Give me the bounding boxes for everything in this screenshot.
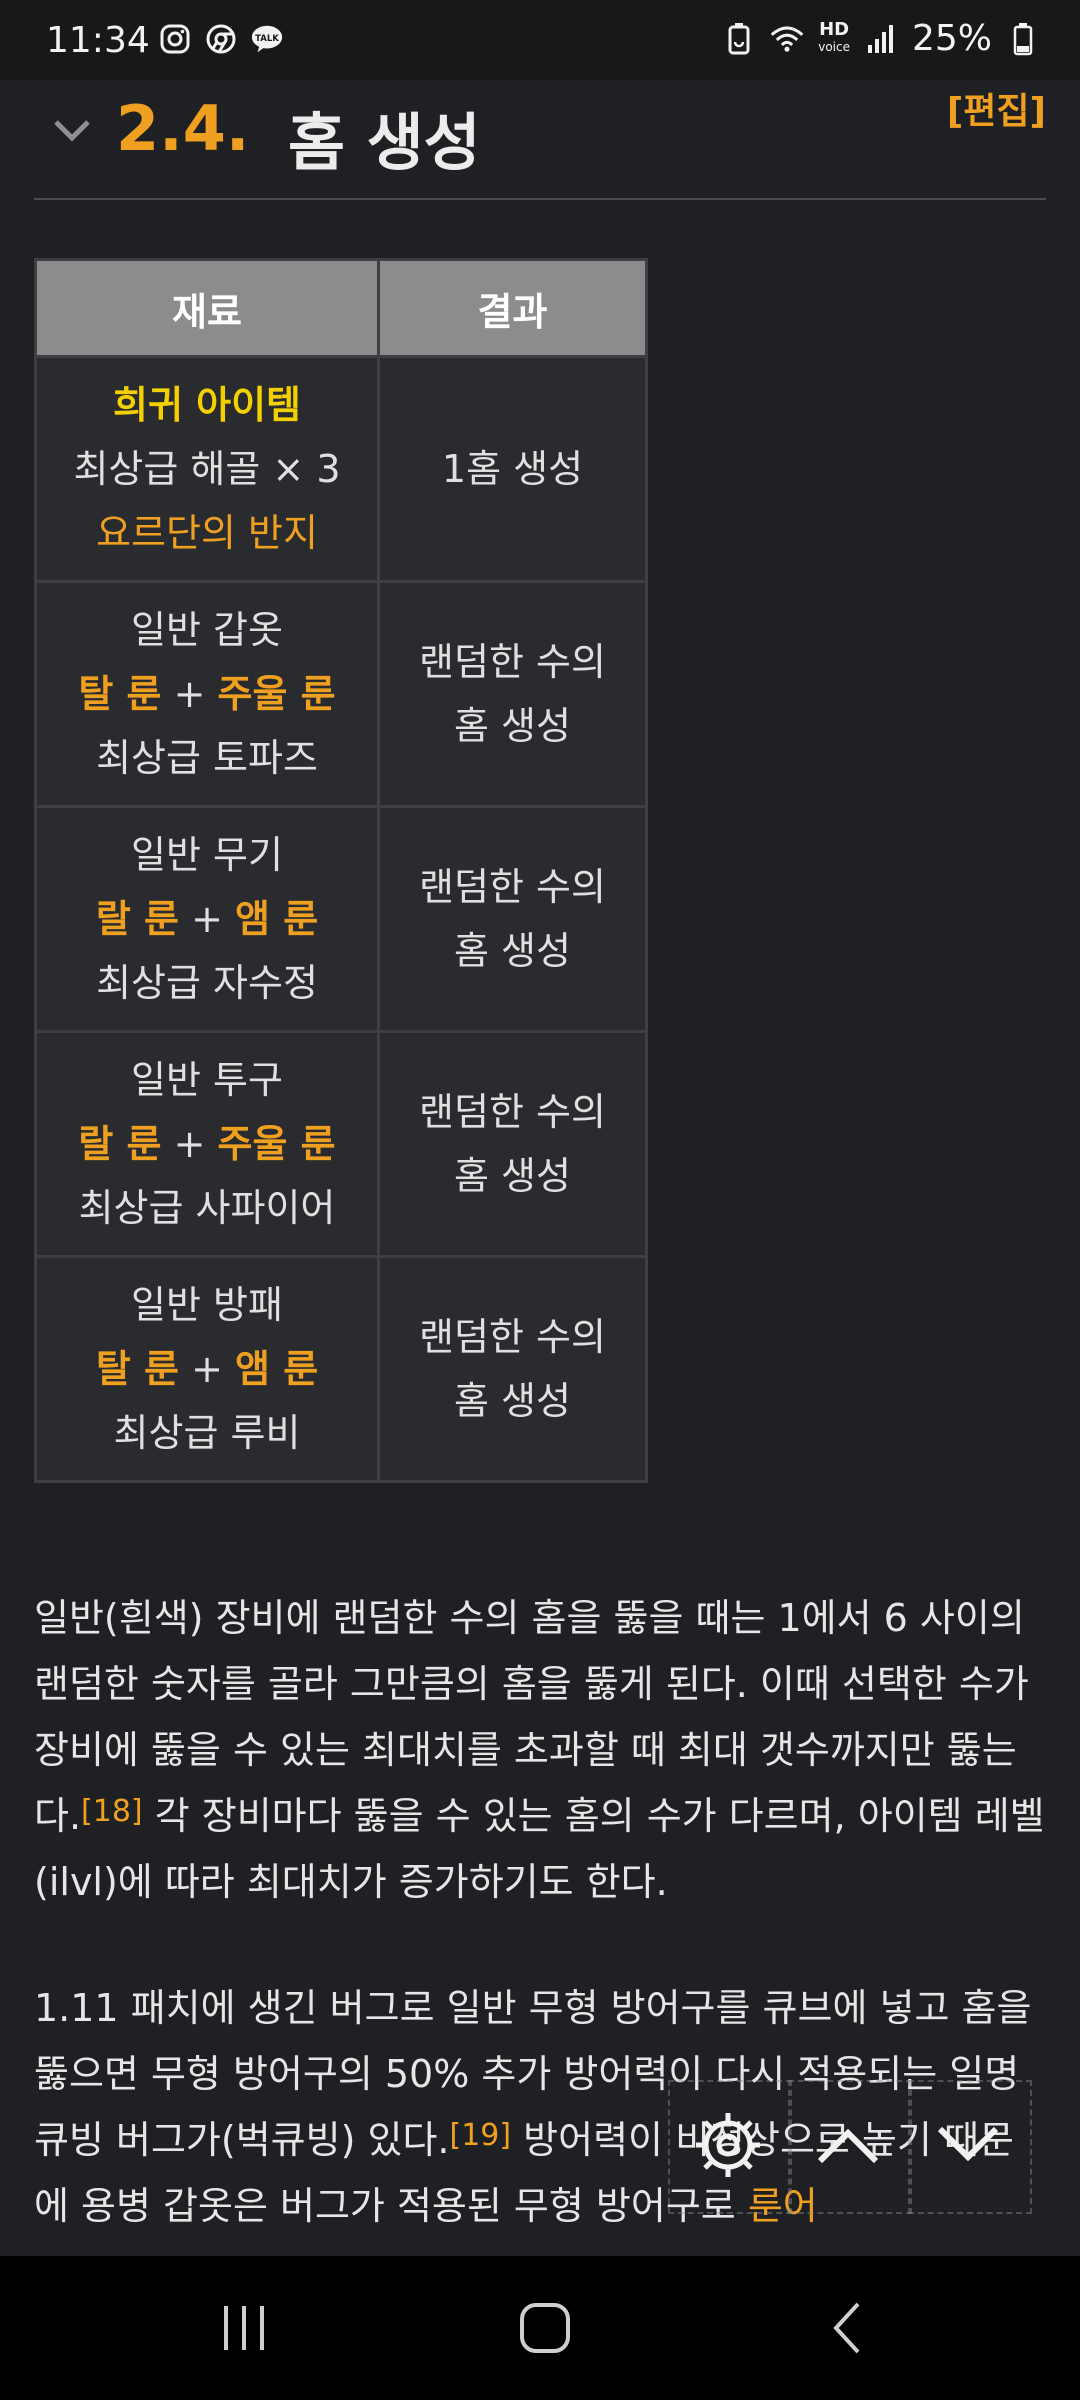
materials-cell: 일반 투구 랄 룬 + 주울 룬 최상급 사파이어 xyxy=(34,1030,380,1258)
battery-percent: 25% xyxy=(911,18,992,59)
signal-icon xyxy=(864,22,898,56)
voice-label: voice xyxy=(818,40,850,54)
result-text: 홈 생성 xyxy=(454,704,571,748)
table-row: 일반 무기 랄 룬 + 앰 룬 최상급 자수정 랜덤한 수의 홈 생성 xyxy=(34,805,648,1033)
hd-label: HD xyxy=(819,19,850,40)
footnote-link[interactable]: [18] xyxy=(81,1794,143,1829)
wifi-icon xyxy=(770,22,804,56)
plus-sign: + xyxy=(191,897,223,941)
result-text: 홈 생성 xyxy=(454,1154,571,1198)
result-cell: 1홈 생성 xyxy=(377,355,648,583)
base-item-text: 일반 투구 xyxy=(131,1058,283,1102)
result-text: 랜덤한 수의 xyxy=(419,640,606,684)
gem-text: 최상급 사파이어 xyxy=(78,1186,336,1230)
edit-link[interactable]: [편집] xyxy=(947,82,1046,134)
clock: 11:34 xyxy=(46,20,150,61)
header-result: 결과 xyxy=(377,258,648,358)
gem-text: 최상급 루비 xyxy=(113,1411,301,1455)
base-item-text: 일반 갑옷 xyxy=(131,608,283,652)
base-item-text: 일반 무기 xyxy=(131,833,283,877)
instagram-icon xyxy=(158,22,192,56)
result-cell: 랜덤한 수의 홈 생성 xyxy=(377,1030,648,1258)
result-text: 랜덤한 수의 xyxy=(419,1090,606,1134)
material-text: 최상급 해골 × 3 xyxy=(73,447,341,491)
table-row: 일반 투구 랄 룬 + 주울 룬 최상급 사파이어 랜덤한 수의 홈 생성 xyxy=(34,1030,648,1258)
base-item-text: 일반 방패 xyxy=(131,1283,283,1327)
materials-cell: 희귀 아이템 최상급 해골 × 3 요르단의 반지 xyxy=(34,355,380,583)
gem-text: 최상급 자수정 xyxy=(96,961,318,1005)
rare-item-label[interactable]: 희귀 아이템 xyxy=(113,383,301,427)
kakaotalk-label: TALK xyxy=(255,34,279,44)
plus-sign: + xyxy=(173,672,206,716)
rune-link[interactable]: 주울 룬 xyxy=(218,1122,336,1166)
result-cell: 랜덤한 수의 홈 생성 xyxy=(377,1255,648,1483)
scroll-down-icon[interactable] xyxy=(923,2100,1013,2190)
rune-link[interactable]: 앰 룬 xyxy=(235,897,318,941)
table-header-row: 재료 결과 xyxy=(34,258,648,358)
body-paragraph: 일반(흰색) 장비에 랜덤한 수의 홈을 뚫을 때는 1에서 6 사이의 랜덤한… xyxy=(34,1585,1046,1915)
notification-icons: TALK xyxy=(158,22,284,56)
back-icon[interactable] xyxy=(808,2296,888,2360)
rune-link[interactable]: 주울 룬 xyxy=(218,672,336,716)
battery-icon xyxy=(1006,22,1040,56)
footnote-link[interactable]: [19] xyxy=(450,2118,512,2153)
rune-link[interactable]: 탈 룬 xyxy=(96,1347,179,1391)
hd-voice-indicator: HD voice xyxy=(818,19,850,55)
result-cell: 랜덤한 수의 홈 생성 xyxy=(377,580,648,808)
materials-cell: 일반 방패 탈 룬 + 앰 룬 최상급 루비 xyxy=(34,1255,380,1483)
kakaotalk-icon: TALK xyxy=(250,22,284,56)
rune-link[interactable]: 앰 룬 xyxy=(235,1347,318,1391)
section-number: 2.4. xyxy=(116,92,250,165)
chrome-icon xyxy=(204,22,238,56)
plus-sign: + xyxy=(173,1122,206,1166)
settings-gear-icon[interactable] xyxy=(683,2100,773,2190)
result-text: 홈 생성 xyxy=(454,929,571,973)
materials-cell: 일반 무기 랄 룬 + 앰 룬 최상급 자수정 xyxy=(34,805,380,1033)
floating-nav xyxy=(668,2080,1032,2214)
item-link[interactable]: 요르단의 반지 xyxy=(96,511,318,555)
result-text: 랜덤한 수의 xyxy=(419,1315,606,1359)
status-bar: 11:34 TALK HD voice 25% xyxy=(0,0,1080,80)
home-icon[interactable] xyxy=(505,2296,585,2360)
gem-text: 최상급 토파즈 xyxy=(96,736,318,780)
system-nav-bar xyxy=(0,2256,1080,2400)
table-row: 희귀 아이템 최상급 해골 × 3 요르단의 반지 1홈 생성 xyxy=(34,355,648,583)
chevron-down-icon[interactable] xyxy=(48,106,96,154)
recipe-table: 재료 결과 희귀 아이템 최상급 해골 × 3 요르단의 반지 1홈 생성 일반… xyxy=(34,258,648,1483)
rune-link[interactable]: 탈 룬 xyxy=(78,672,161,716)
scroll-up-icon[interactable] xyxy=(803,2100,893,2190)
header-materials: 재료 xyxy=(34,258,380,358)
result-cell: 랜덤한 수의 홈 생성 xyxy=(377,805,648,1033)
section-title: 홈 생성 xyxy=(288,106,481,179)
paragraph-text: 각 장비마다 뚫을 수 있는 홈의 수가 다르며, 아이템 레벨(ilvl)에 … xyxy=(34,1794,1045,1904)
materials-cell: 일반 갑옷 탈 룬 + 주울 룬 최상급 토파즈 xyxy=(34,580,380,808)
plus-sign: + xyxy=(191,1347,223,1391)
rune-link[interactable]: 랄 룬 xyxy=(78,1122,161,1166)
result-text: 홈 생성 xyxy=(454,1379,571,1423)
result-text: 랜덤한 수의 xyxy=(419,865,606,909)
result-text: 1홈 생성 xyxy=(441,447,584,491)
section-heading: 2.4. 홈 생성 [편집] xyxy=(34,80,1046,200)
table-row: 일반 방패 탈 룬 + 앰 룬 최상급 루비 랜덤한 수의 홈 생성 xyxy=(34,1255,648,1483)
table-row: 일반 갑옷 탈 룬 + 주울 룬 최상급 토파즈 랜덤한 수의 홈 생성 xyxy=(34,580,648,808)
battery-saver-icon xyxy=(722,22,756,56)
rune-link[interactable]: 랄 룬 xyxy=(96,897,179,941)
system-status: HD voice 25% xyxy=(722,18,1040,59)
recent-apps-icon[interactable] xyxy=(204,2296,284,2360)
